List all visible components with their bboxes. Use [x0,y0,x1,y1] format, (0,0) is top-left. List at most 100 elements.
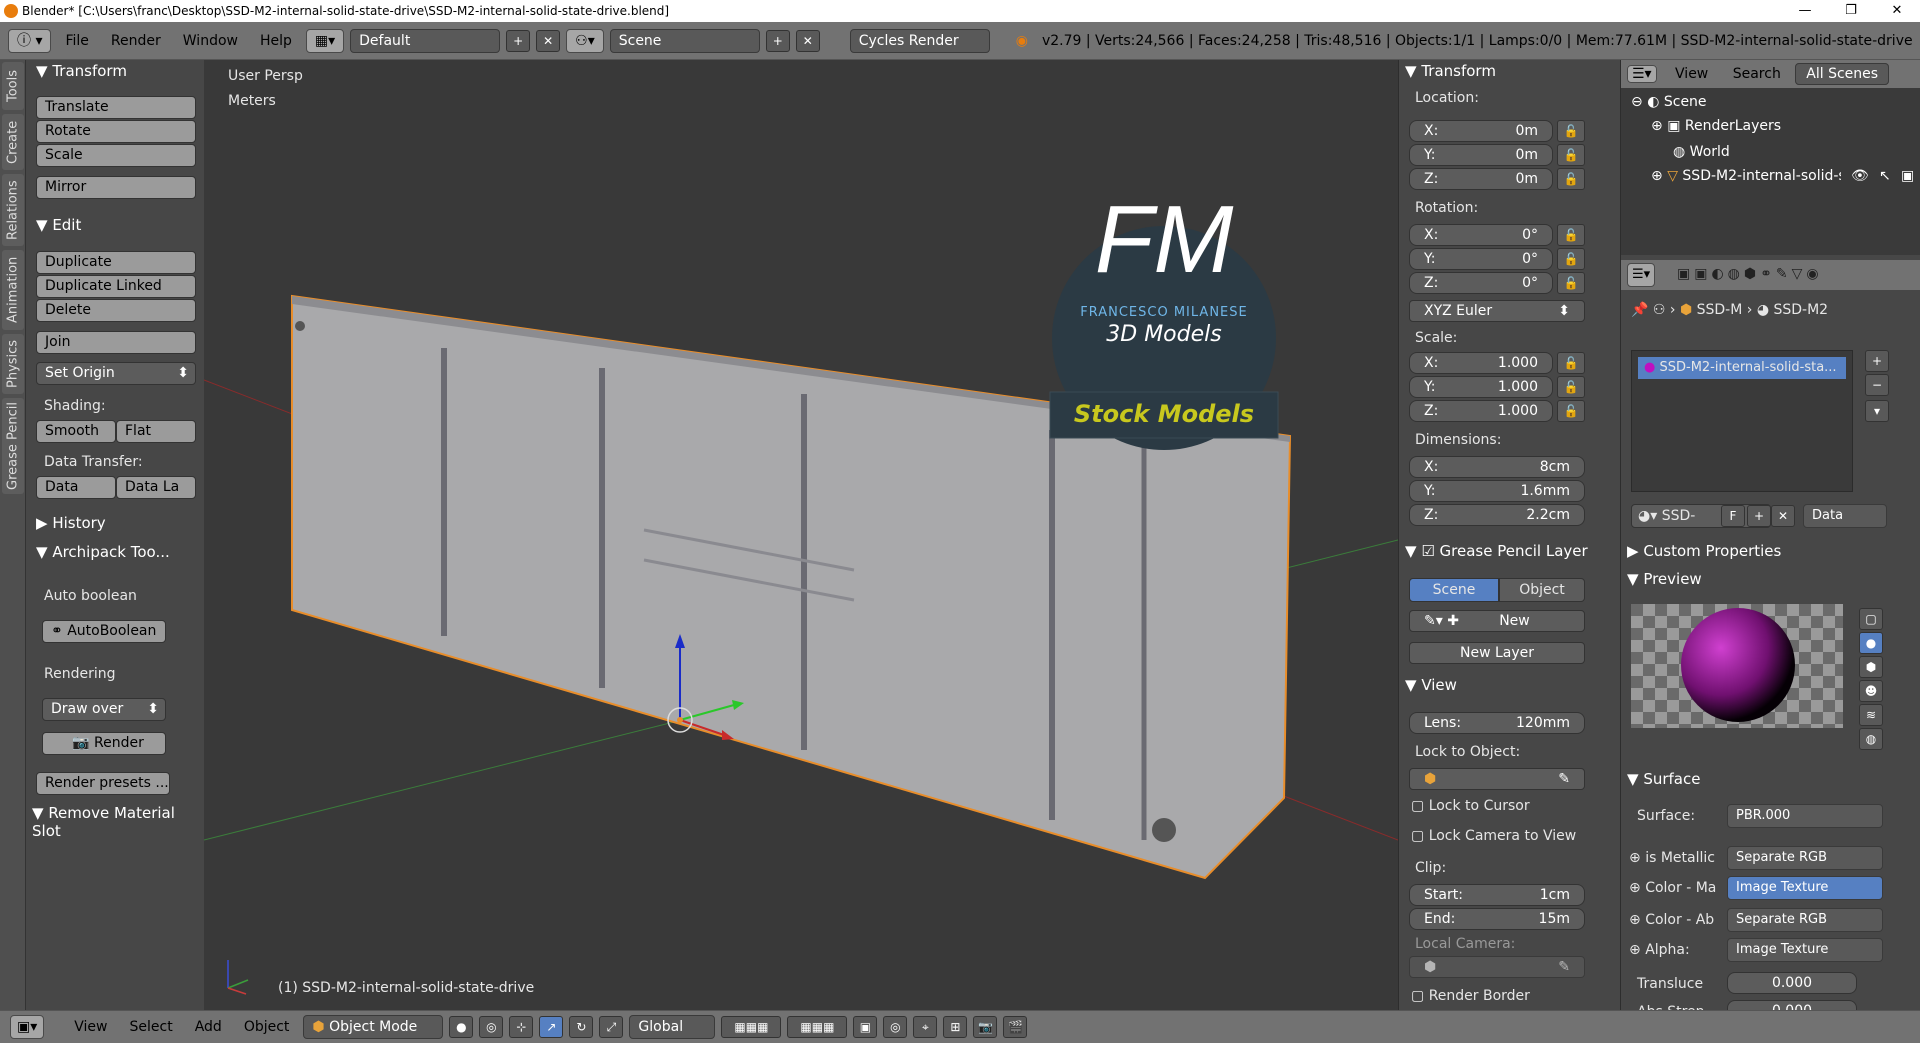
dimension-z-field[interactable]: Z: 2.2cm [1409,504,1585,526]
menu-view[interactable]: View [66,1019,115,1035]
smooth-button[interactable]: Smooth [36,420,116,443]
preview-hair-icon[interactable]: ≋ [1859,704,1883,726]
screen-layout-icon[interactable]: ▦▾ [305,28,345,53]
add-layout-icon[interactable]: + [506,29,531,52]
opengl-render-icon[interactable]: 📷 [973,1016,998,1038]
gp-new-button[interactable]: ✎▾ ✚ New [1409,610,1585,632]
outliner-item-renderlayers[interactable]: ⊕ ▣ RenderLayers [1651,118,1781,134]
menu-render[interactable]: Render [103,33,169,49]
location-y-field[interactable]: Y: 0m [1409,144,1553,166]
transform-section-header[interactable]: ▼ Transform [30,60,133,82]
lock-scale-z-icon[interactable]: 🔓 [1557,400,1585,422]
render-camera-icon[interactable]: ▣ [1901,168,1914,184]
lock-scale-y-icon[interactable]: 🔓 [1557,376,1585,398]
outliner-display-select[interactable]: All Scenes [1795,63,1890,85]
preview-plane-icon[interactable]: ▢ [1859,608,1883,630]
color-ab-input[interactable]: Separate RGB [1727,908,1883,932]
edit-section-header[interactable]: ▼ Edit [30,214,87,236]
color-ma-input[interactable]: Image Texture [1727,876,1883,900]
history-section-header[interactable]: ▶ History [30,512,112,534]
maximize-button[interactable]: ❐ [1828,0,1874,22]
layers-grid-1[interactable]: ▦▦▦ [721,1016,782,1038]
render-button[interactable]: 📷 Render [42,732,166,755]
opengl-animation-icon[interactable]: 🎬 [1003,1016,1028,1038]
dimension-x-field[interactable]: X: 8cm [1409,456,1585,478]
render-border-checkbox[interactable]: ▢ Render Border [1411,988,1530,1004]
outliner-editor-type-icon[interactable]: ☰▾ [1627,65,1657,83]
tab-tools[interactable]: Tools [2,62,24,110]
preview-monkey-icon[interactable]: ☻ [1859,680,1883,702]
custom-properties-header[interactable]: ▶ Custom Properties [1627,542,1781,560]
clip-start-field[interactable]: Start: 1cm [1409,884,1585,906]
pivot-point-icon[interactable]: ◎ [479,1016,504,1038]
lock-camera-checkbox[interactable]: ▢ Lock Camera to View [1411,828,1576,844]
proportional-edit-icon[interactable]: ◎ [883,1016,908,1038]
menu-add[interactable]: Add [187,1019,230,1035]
viewport-shading-icon[interactable]: ● [449,1016,474,1038]
rotation-z-field[interactable]: Z: 0° [1409,272,1553,294]
gp-new-layer-button[interactable]: New Layer [1409,642,1585,664]
scene-select[interactable]: Scene [609,28,760,53]
outliner-item-scene[interactable]: ⊖ ◐ Scene [1631,94,1707,110]
outliner-item-world[interactable]: ◍ World [1673,144,1730,160]
add-scene-icon[interactable]: + [765,29,790,52]
tab-physics[interactable]: Physics [2,334,24,394]
tab-create[interactable]: Create [2,114,24,170]
scale-manipulator-icon[interactable]: ⤢ [599,1016,624,1038]
remove-material-slot-header[interactable]: ▼ Remove Material Slot [26,802,204,842]
remove-layout-icon[interactable]: ✕ [536,29,561,52]
menu-file[interactable]: File [57,33,96,49]
translate-button[interactable]: Translate [36,96,196,119]
snap-toggle-icon[interactable]: ⌖ [913,1016,938,1038]
material-new-button[interactable]: + [1747,505,1771,527]
material-slot-item[interactable]: ● SSD-M2-internal-solid-sta... [1638,357,1846,379]
scale-z-field[interactable]: Z: 1.000 [1409,400,1553,422]
local-camera-field[interactable]: ⬢ ✎ [1409,956,1585,978]
material-unlink-button[interactable]: ✕ [1771,505,1795,527]
tab-grease-pencil[interactable]: Grease Pencil [2,398,24,494]
interaction-mode-select[interactable]: ⬢ Object Mode [303,1015,444,1039]
delete-button[interactable]: Delete [36,299,196,322]
surface-header[interactable]: ▼ Surface [1627,770,1700,788]
remove-material-slot-button[interactable]: − [1865,374,1889,396]
mirror-button[interactable]: Mirror [36,176,196,199]
lock-to-object-field[interactable]: ⬢ ✎ [1409,768,1585,790]
gp-object-toggle[interactable]: Object [1499,578,1585,602]
transform-orientation-select[interactable]: Global [629,1015,716,1039]
menu-select[interactable]: Select [122,1019,181,1035]
lock-rotation-y-icon[interactable]: 🔓 [1557,248,1585,270]
lock-rotation-z-icon[interactable]: 🔓 [1557,272,1585,294]
rotate-manipulator-icon[interactable]: ↻ [569,1016,594,1038]
eyedropper-icon[interactable]: ✎ [1558,769,1570,789]
rotation-y-field[interactable]: Y: 0° [1409,248,1553,270]
grease-pencil-layer-header[interactable]: ▼ ☑ Grease Pencil Layer [1405,542,1588,560]
remove-scene-icon[interactable]: ✕ [795,29,820,52]
grease-pencil-checkbox[interactable]: ☑ [1421,542,1434,560]
set-origin-select[interactable]: Set Origin ⬍ [36,362,196,385]
preview-sphere-icon[interactable]: ● [1859,632,1883,654]
draw-over-select[interactable]: Draw over ⬍ [42,698,166,721]
translucency-slider[interactable]: 0.000 [1727,972,1857,994]
pin-icon[interactable]: 📌 [1631,302,1648,318]
add-material-slot-button[interactable]: + [1865,350,1889,372]
layers-grid-2[interactable]: ▦▦▦ [787,1016,848,1038]
archipack-section-header[interactable]: ▼ Archipack Too... [30,541,176,563]
data-layout-button[interactable]: Data La [116,476,196,499]
lock-layers-icon[interactable]: ▣ [853,1016,878,1038]
scene-icon[interactable]: ⚇▾ [566,28,604,53]
location-x-field[interactable]: X: 0m [1409,120,1553,142]
3d-viewport[interactable]: User Persp Meters FM FRANCESCO MILANESE … [204,60,1398,1010]
preview-header[interactable]: ▼ Preview [1627,570,1702,588]
manipulator-toggle-icon[interactable]: ⊹ [509,1016,534,1038]
alpha-input[interactable]: Image Texture [1727,938,1883,962]
rotation-x-field[interactable]: X: 0° [1409,224,1553,246]
view-panel-header[interactable]: ▼ View [1405,676,1457,694]
menu-help[interactable]: Help [252,33,300,49]
render-presets-button[interactable]: Render presets ... [36,772,170,795]
data-button[interactable]: Data [36,476,116,499]
render-engine-select[interactable]: Cycles Render [849,28,990,53]
lock-scale-x-icon[interactable]: 🔓 [1557,352,1585,374]
gp-scene-toggle[interactable]: Scene [1409,578,1499,602]
location-z-field[interactable]: Z: 0m [1409,168,1553,190]
visibility-eye-icon[interactable]: 👁 [1851,168,1869,184]
